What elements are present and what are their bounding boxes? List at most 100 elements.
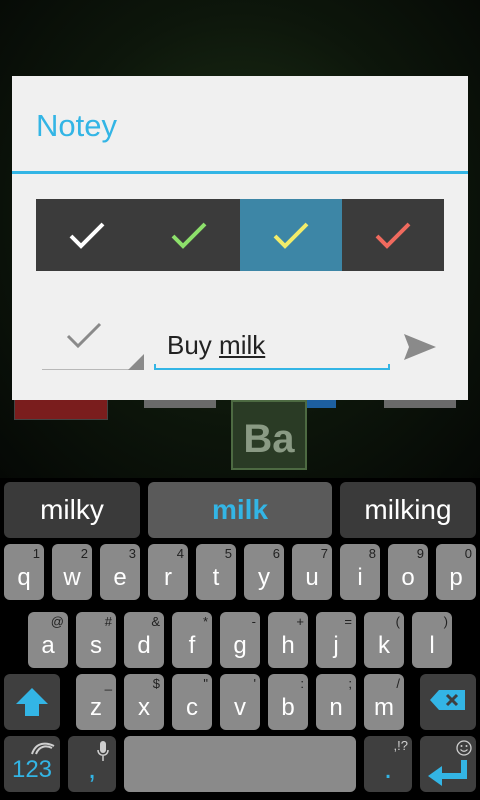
color-swatch-yellow[interactable] bbox=[240, 199, 342, 271]
key-secondary-label: 0 bbox=[464, 546, 472, 561]
key-p[interactable]: 0p bbox=[436, 544, 476, 600]
key-secondary-label: & bbox=[151, 614, 160, 629]
key-secondary-label: 7 bbox=[320, 546, 328, 561]
key-label: p bbox=[449, 564, 463, 591]
key-q[interactable]: 1q bbox=[4, 544, 44, 600]
key-s[interactable]: # s bbox=[76, 612, 116, 668]
key-label: g bbox=[233, 632, 247, 659]
key-label: a bbox=[41, 632, 55, 659]
key-v[interactable]: ' v bbox=[220, 674, 260, 730]
key-m[interactable]: / m bbox=[364, 674, 404, 730]
key-label: z bbox=[90, 694, 102, 721]
color-picker bbox=[36, 199, 444, 271]
key-label: t bbox=[212, 564, 220, 591]
key-secondary-label: @ bbox=[50, 614, 64, 629]
key-secondary-label: ' bbox=[253, 676, 256, 691]
emoji-icon bbox=[456, 740, 472, 756]
key-secondary-label: 1 bbox=[32, 546, 40, 561]
key-secondary-label: : bbox=[300, 676, 304, 691]
check-icon bbox=[171, 222, 207, 249]
key-label: h bbox=[281, 632, 295, 659]
key-label: x bbox=[138, 694, 150, 721]
key-j[interactable]: = j bbox=[316, 612, 356, 668]
color-swatch-white[interactable] bbox=[36, 199, 138, 271]
color-swatch-red[interactable] bbox=[342, 199, 444, 271]
color-swatch-green[interactable] bbox=[138, 199, 240, 271]
suggestion-center[interactable]: milk bbox=[148, 482, 332, 538]
composing-word: milk bbox=[219, 330, 266, 360]
key-b[interactable]: :b bbox=[268, 674, 308, 730]
key-secondary-label: 3 bbox=[128, 546, 136, 561]
key-o[interactable]: 9o bbox=[388, 544, 428, 600]
key-x[interactable]: $ x bbox=[124, 674, 164, 730]
key-label: b bbox=[281, 694, 295, 721]
key-label: w bbox=[63, 564, 81, 591]
key-secondary-label: / bbox=[396, 676, 400, 691]
note-text-input[interactable]: Buy milk bbox=[154, 324, 390, 370]
period-key[interactable]: ,!? . bbox=[364, 736, 412, 792]
backspace-key[interactable] bbox=[420, 674, 476, 730]
key-n[interactable]: ; n bbox=[316, 674, 356, 730]
suggestion-right[interactable]: milking bbox=[340, 482, 476, 538]
spinner-underline bbox=[42, 369, 142, 370]
key-label: j bbox=[333, 632, 339, 659]
key-h[interactable]: + h bbox=[268, 612, 308, 668]
key-a[interactable]: @ a bbox=[28, 612, 68, 668]
key-secondary-label: $ bbox=[152, 676, 160, 691]
send-icon[interactable] bbox=[402, 332, 438, 362]
key-label: u bbox=[305, 564, 319, 591]
key-label: n bbox=[329, 694, 343, 721]
symbols-key[interactable]: 123 bbox=[4, 736, 60, 792]
key-w[interactable]: 2w bbox=[52, 544, 92, 600]
key-secondary-label: - bbox=[251, 614, 256, 629]
key-secondary-label: 5 bbox=[224, 546, 232, 561]
enter-key[interactable] bbox=[420, 736, 476, 792]
key-label: i bbox=[357, 564, 363, 591]
suggestion-left[interactable]: milky bbox=[4, 482, 140, 538]
key-label: r bbox=[164, 564, 172, 591]
key-label: k bbox=[378, 632, 390, 659]
key-secondary-label: * bbox=[202, 614, 208, 629]
key-c[interactable]: " c bbox=[172, 674, 212, 730]
key-k[interactable]: (k bbox=[364, 612, 404, 668]
backspace-icon bbox=[430, 690, 465, 710]
key-secondary-label: ) bbox=[443, 614, 448, 629]
input-underline-cap bbox=[154, 364, 156, 370]
key-r[interactable]: 4r bbox=[148, 544, 188, 600]
key-label: l bbox=[429, 632, 435, 659]
key-label: q bbox=[17, 564, 31, 591]
key-secondary-label: 6 bbox=[272, 546, 280, 561]
key-u[interactable]: 7u bbox=[292, 544, 332, 600]
space-key[interactable] bbox=[124, 736, 356, 792]
key-l[interactable]: ) l bbox=[412, 612, 452, 668]
swype-logo-icon bbox=[31, 742, 55, 755]
key-t[interactable]: 5t bbox=[196, 544, 236, 600]
key-f[interactable]: * f bbox=[172, 612, 212, 668]
shift-icon bbox=[16, 688, 48, 716]
key-e[interactable]: 3e bbox=[100, 544, 140, 600]
key-y[interactable]: 6y bbox=[244, 544, 284, 600]
key-secondary-label: # bbox=[104, 614, 112, 629]
check-icon bbox=[273, 222, 309, 249]
note-input-row: Buy milk bbox=[12, 312, 468, 372]
key-label: d bbox=[137, 632, 151, 659]
title-divider bbox=[12, 171, 468, 174]
key-label: c bbox=[186, 694, 198, 721]
key-z[interactable]: _ z bbox=[76, 674, 116, 730]
check-icon bbox=[66, 322, 102, 349]
shift-key[interactable] bbox=[4, 674, 60, 730]
note-text-value: Buy milk bbox=[167, 330, 266, 360]
key-g[interactable]: -g bbox=[220, 612, 260, 668]
key-label: m bbox=[374, 694, 394, 721]
key-i[interactable]: 8i bbox=[340, 544, 380, 600]
notey-dialog: Notey Buy milk bbox=[12, 76, 468, 400]
input-underline bbox=[154, 368, 390, 370]
key-label: s bbox=[90, 632, 102, 659]
key-d[interactable]: & d bbox=[124, 612, 164, 668]
comma-key[interactable]: , bbox=[68, 736, 116, 792]
key-label: o bbox=[401, 564, 415, 591]
priority-spinner[interactable] bbox=[42, 316, 144, 370]
key-secondary-label: 2 bbox=[80, 546, 88, 561]
dialog-title: Notey bbox=[36, 108, 117, 143]
key-secondary-label: = bbox=[344, 614, 352, 629]
